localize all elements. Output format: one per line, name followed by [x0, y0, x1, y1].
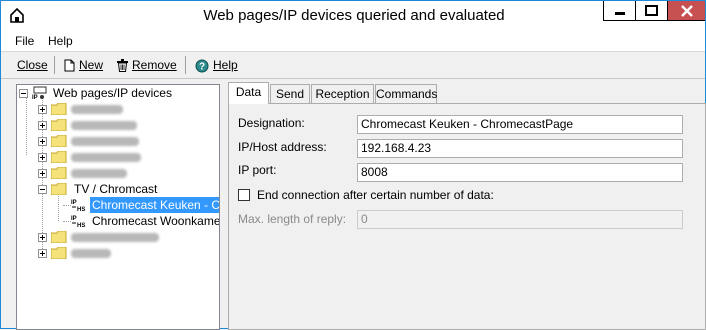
- new-button-label: New: [79, 58, 104, 72]
- redacted-label: [71, 249, 111, 258]
- main-window: Web pages/IP devices queried and evaluat…: [0, 0, 706, 330]
- minimize-icon: [615, 12, 625, 15]
- svg-text:HS: HS: [77, 223, 85, 228]
- svg-text:?: ?: [199, 61, 205, 72]
- expand-toggle[interactable]: [38, 169, 47, 178]
- redacted-label: [71, 105, 123, 114]
- tree-leaf-label: Chromecast Keuken - Chro: [88, 196, 219, 214]
- svg-text:HS: HS: [77, 207, 85, 212]
- tree-leaf-chromecast-woonkamer[interactable]: IP HS Chromecast Woonkamer -: [17, 213, 220, 229]
- tab-commands[interactable]: Commands: [375, 84, 437, 104]
- maximize-button[interactable]: [635, 1, 667, 21]
- tree-root-label: Web pages/IP devices: [53, 86, 172, 100]
- toolbar-separator: [54, 56, 55, 74]
- help-button-label: Help: [213, 58, 238, 72]
- window-title: Web pages/IP devices queried and evaluat…: [203, 7, 505, 24]
- ip-device-icon: IP HS: [71, 216, 85, 228]
- folder-icon: [51, 119, 67, 131]
- close-icon: [681, 5, 693, 17]
- redacted-label: [71, 153, 141, 162]
- folder-open-icon: [51, 183, 67, 195]
- redacted-label: [71, 121, 137, 130]
- network-device-icon: IP: [32, 86, 47, 100]
- expand-toggle[interactable]: [38, 121, 47, 130]
- end-connection-checkbox[interactable]: [238, 189, 250, 201]
- expand-toggle[interactable]: [38, 105, 47, 114]
- port-label: IP port:: [238, 163, 277, 177]
- title-bar[interactable]: Web pages/IP devices queried and evaluat…: [1, 1, 705, 31]
- redacted-label: [71, 137, 139, 146]
- max-length-label: Max. length of reply:: [238, 212, 347, 226]
- expand-toggle[interactable]: [38, 137, 47, 146]
- expand-toggle[interactable]: [38, 233, 47, 242]
- designation-field[interactable]: Chromecast Keuken - ChromecastPage: [357, 115, 683, 134]
- redacted-label: [71, 233, 159, 242]
- document-icon: [64, 59, 75, 72]
- menu-bar: File Help: [1, 31, 705, 52]
- tab-reception[interactable]: Reception: [311, 84, 374, 104]
- folder-icon: [51, 103, 67, 115]
- remove-button[interactable]: Remove: [117, 56, 177, 74]
- tree-leaf-label: Chromecast Woonkamer -: [92, 214, 220, 228]
- close-button[interactable]: Close: [17, 56, 48, 74]
- help-button[interactable]: ? Help: [195, 56, 238, 74]
- expand-toggle[interactable]: [38, 153, 47, 162]
- menu-file[interactable]: File: [15, 34, 34, 48]
- tree-folder[interactable]: [17, 149, 217, 165]
- host-address-field[interactable]: 192.168.4.23: [357, 139, 683, 158]
- tree-folder[interactable]: [17, 245, 217, 261]
- tree-folder[interactable]: [17, 101, 217, 117]
- tab-data[interactable]: Data: [228, 82, 269, 104]
- max-length-field[interactable]: 0: [357, 210, 683, 229]
- folder-icon: [51, 167, 67, 179]
- end-connection-label: End connection after certain number of d…: [257, 188, 494, 202]
- tree-leaf-chromecast-keuken[interactable]: IP HS Chromecast Keuken - Chro: [17, 196, 219, 214]
- redacted-label: [71, 169, 127, 178]
- svg-text:IP: IP: [71, 216, 77, 222]
- tab-send[interactable]: Send: [270, 84, 310, 104]
- tree-folder[interactable]: [17, 133, 217, 149]
- toolbar-separator: [185, 56, 186, 74]
- trash-icon: [117, 59, 128, 73]
- close-button-label: Close: [17, 58, 48, 72]
- collapse-toggle[interactable]: [38, 185, 47, 194]
- tree-folder[interactable]: [17, 229, 217, 245]
- device-tree[interactable]: IP Web pages/IP devices TV / Chromcast I…: [16, 84, 220, 330]
- menu-help[interactable]: Help: [48, 34, 73, 48]
- new-button[interactable]: New: [64, 56, 103, 74]
- maximize-icon: [645, 5, 658, 16]
- collapse-toggle[interactable]: [19, 89, 28, 98]
- host-address-label: IP/Host address:: [238, 140, 327, 154]
- tree-folder[interactable]: [17, 165, 217, 181]
- tree-folder[interactable]: [17, 117, 217, 133]
- minimize-button[interactable]: [603, 1, 635, 21]
- remove-button-label: Remove: [132, 58, 177, 72]
- folder-icon: [51, 247, 67, 259]
- toolbar: Close New Remove ? Help: [1, 52, 705, 79]
- tree-folder-tv-chromcast[interactable]: TV / Chromcast: [17, 181, 217, 197]
- tree-group-label: TV / Chromcast: [74, 182, 158, 196]
- folder-icon: [51, 231, 67, 243]
- svg-text:IP: IP: [32, 95, 38, 100]
- svg-text:IP: IP: [71, 200, 77, 206]
- folder-icon: [51, 135, 67, 147]
- ip-device-icon: IP HS: [71, 200, 85, 212]
- help-circle-icon: ?: [195, 59, 209, 73]
- data-tab-panel: Designation: Chromecast Keuken - Chromec…: [228, 103, 706, 330]
- expand-toggle[interactable]: [38, 249, 47, 258]
- tree-root[interactable]: IP Web pages/IP devices: [17, 85, 217, 101]
- folder-icon: [51, 151, 67, 163]
- port-field[interactable]: 8008: [357, 163, 683, 182]
- close-window-button[interactable]: [667, 1, 705, 21]
- designation-label: Designation:: [238, 116, 305, 130]
